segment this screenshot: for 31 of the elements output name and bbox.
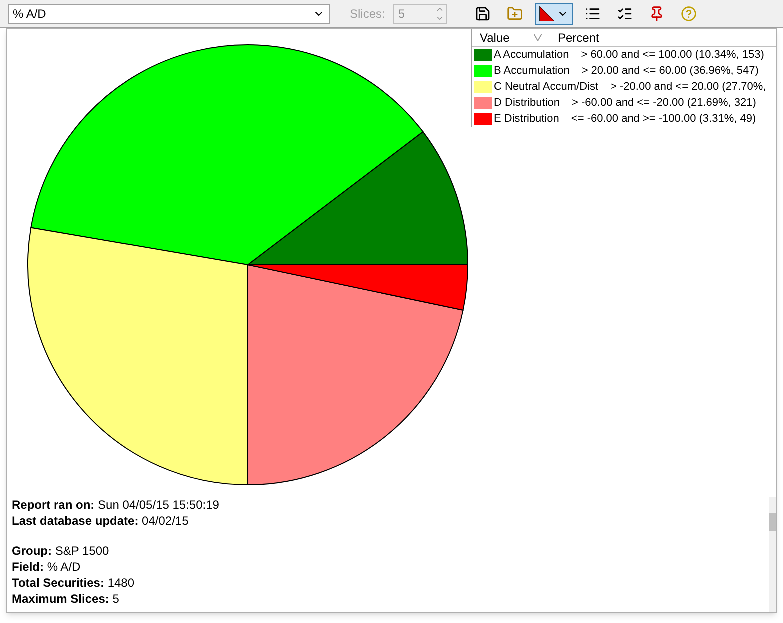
legend-label: A Accumulation: [494, 48, 570, 63]
report-line: Group: S&P 1500: [12, 543, 110, 559]
legend-label: C Neutral Accum/Dist: [494, 80, 599, 95]
legend-range: > 20.00 and <= 60.00 (36.96%, 547): [582, 64, 759, 79]
column-header[interactable]: Value: [472, 28, 534, 46]
report-line: Field: % A/D: [12, 559, 82, 575]
legend-range: > 60.00 and <= 100.00 (10.34%, 153): [581, 48, 764, 63]
legend-range: > -20.00 and <= 20.00 (27.70%,: [610, 80, 766, 95]
legend-range: <= -60.00 and >= -100.00 (3.31%, 49): [571, 112, 756, 127]
slices-label: Slices:: [350, 6, 386, 22]
legend-label: B Accumulation: [494, 64, 570, 79]
legend-range: > -60.00 and <= -20.00 (21.69%, 321): [572, 96, 756, 111]
details-list-icon: [617, 6, 634, 22]
help-icon: [681, 6, 698, 22]
field-dropdown[interactable]: % A/D: [8, 4, 330, 24]
report-line: Total Securities: 1480: [12, 575, 136, 591]
sort-icon: [534, 34, 542, 41]
pin-icon: [649, 6, 666, 22]
report-line: Maximum Slices: 5: [12, 591, 120, 607]
list-icon: [585, 6, 602, 22]
legend-label: E Distribution: [494, 112, 560, 127]
report-line: Last database update: 04/02/15: [12, 513, 190, 529]
report-line: Report ran on: Sun 04/05/15 15:50:19: [12, 497, 220, 513]
pie-toolbar-button[interactable]: [535, 2, 574, 24]
save-icon: [475, 6, 492, 22]
column-header[interactable]: Percent: [558, 28, 600, 46]
pie-chart-icon: [539, 6, 556, 22]
folder-plus-icon: [507, 6, 524, 22]
scrollbar[interactable]: [769, 497, 776, 612]
scroll-thumb[interactable]: [769, 513, 776, 531]
legend-label: D Distribution: [494, 96, 560, 111]
